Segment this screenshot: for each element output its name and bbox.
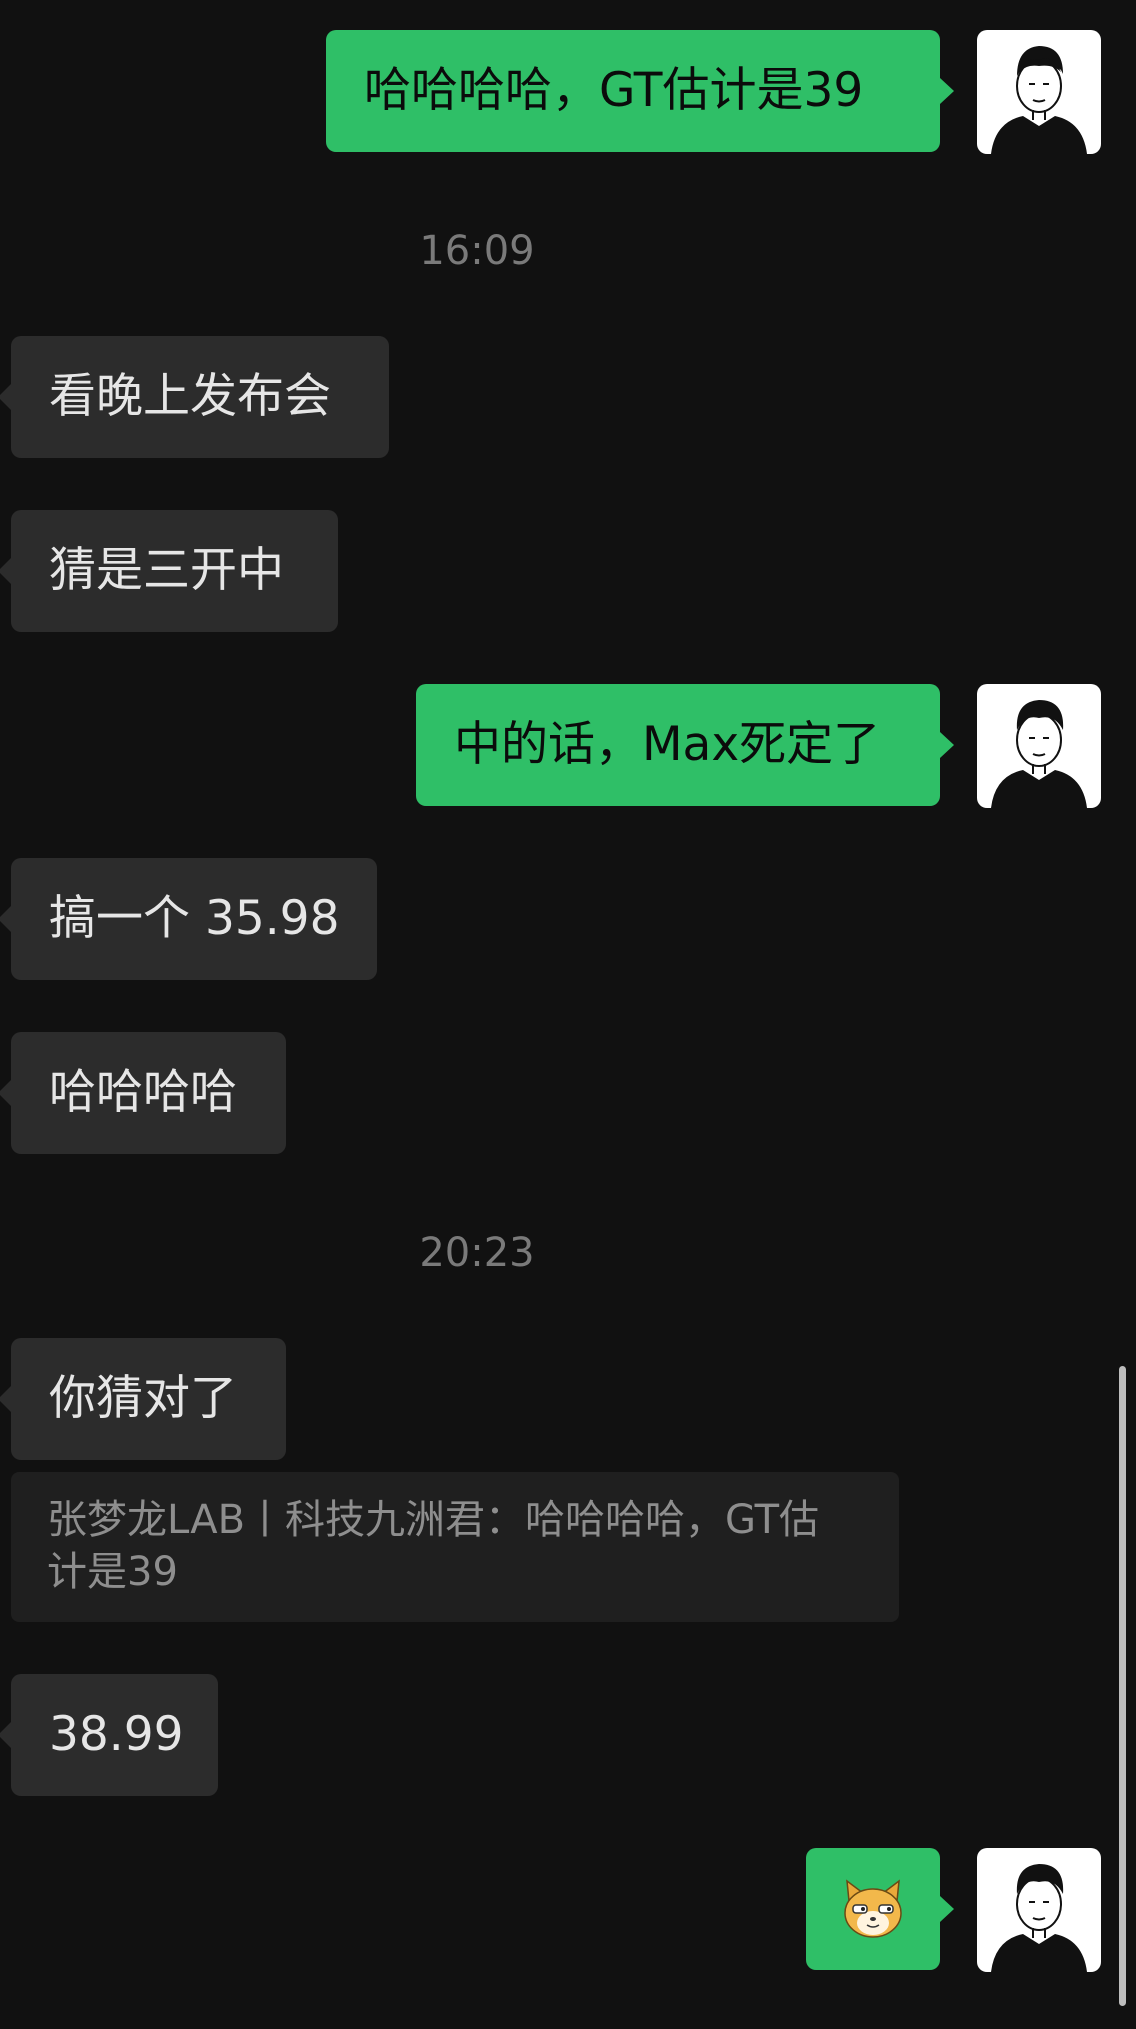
message-bubble-incoming[interactable]: 看晚上发布会 [0, 336, 389, 458]
message-bubble-incoming[interactable]: 搞一个 35.98 [0, 858, 377, 980]
user-avatar-sketch-icon [991, 1864, 1087, 1972]
message-bubble-outgoing[interactable]: 哈哈哈哈，GT估计是39 [326, 30, 954, 152]
message-text: 看晚上发布会 [49, 368, 331, 424]
message-text: 38.99 [49, 1706, 184, 1762]
scrollbar[interactable] [1119, 1366, 1126, 2006]
avatar[interactable] [977, 1848, 1101, 1972]
message-text: 哈哈哈哈，GT估计是39 [364, 62, 864, 118]
message-bubble-outgoing[interactable]: 中的话，Max死定了 [416, 684, 954, 806]
message-bubble-incoming[interactable]: 哈哈哈哈 [0, 1032, 286, 1154]
timestamp: 20:23 [419, 1230, 535, 1276]
message-text: 你猜对了 [49, 1370, 237, 1426]
timestamp: 16:09 [419, 228, 535, 274]
user-avatar-sketch-icon [991, 700, 1087, 808]
user-avatar-sketch-icon [991, 46, 1087, 154]
quoted-message-line: 张梦龙LAB丨科技九洲君：哈哈哈哈，GT估 [47, 1497, 820, 1543]
message-text: 猜是三开中 [49, 542, 284, 598]
doge-cat-sticker-icon [844, 1879, 902, 1938]
message-text: 搞一个 35.98 [49, 890, 340, 946]
avatar[interactable] [977, 30, 1101, 154]
message-bubble-incoming[interactable]: 你猜对了 [0, 1338, 286, 1460]
avatar[interactable] [977, 684, 1101, 808]
message-text: 中的话，Max死定了 [454, 716, 881, 772]
message-text: 哈哈哈哈 [49, 1064, 237, 1120]
message-bubble-incoming[interactable]: 猜是三开中 [0, 510, 338, 632]
message-bubble-outgoing-sticker[interactable] [806, 1848, 954, 1970]
message-bubble-incoming[interactable]: 38.99 [0, 1674, 218, 1796]
chat-message-list[interactable]: 哈哈哈哈，GT估计是39 16:09 看晚上发布会 猜是三开中 中的话，Max死… [0, 0, 1136, 2029]
quoted-message-line: 计是39 [47, 1549, 178, 1595]
quoted-message[interactable]: 张梦龙LAB丨科技九洲君：哈哈哈哈，GT估 计是39 [11, 1472, 899, 1622]
